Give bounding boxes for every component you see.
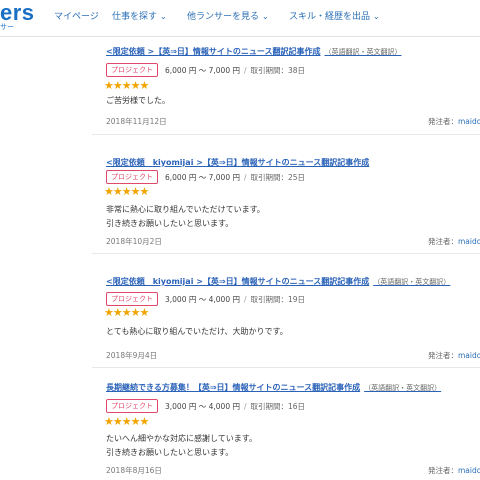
job-category: （英語翻訳・英文翻訳）: [373, 278, 451, 286]
divider: /: [243, 173, 247, 182]
job-title-text: 長期継続できる方募集！【英⇒日】情報サイトのニュース翻訳記事作成: [106, 383, 361, 392]
review-item: <限定依頼 >【英⇒日】情報サイトのニュース翻訳記事作成 （英語翻訳・英文翻訳） …: [92, 37, 480, 135]
job-title-link[interactable]: <限定依頼 kiyomijai >【英⇒日】情報サイトのニュース翻訳記事作成 （英…: [106, 276, 450, 287]
job-title-link[interactable]: 長期継続できる方募集！【英⇒日】情報サイトのニュース翻訳記事作成 （英語翻訳・英文…: [106, 382, 441, 393]
review-date: 2018年10月2日: [106, 237, 162, 246]
nav-mypage-label: マイページ: [54, 12, 99, 22]
job-title-text: <限定依頼 kiyomijai >【英⇒日】情報サイトのニュース翻訳記事作成: [106, 158, 370, 167]
price-duration: 3,000 円 〜 4,000 円 / 取引期間：19日: [165, 294, 305, 305]
nav-other-lancers-label: 他ランサーを見る: [187, 12, 260, 22]
orderer-label: 発注者：: [428, 117, 458, 126]
left-sidebar: [0, 37, 92, 480]
star-rating: ★★★★★: [104, 185, 149, 198]
star-rating: ★★★★★: [104, 306, 149, 319]
job-title-link[interactable]: <限定依頼 >【英⇒日】情報サイトのニュース翻訳記事作成 （英語翻訳・英文翻訳）: [106, 46, 402, 57]
job-title-text: <限定依頼 >【英⇒日】情報サイトのニュース翻訳記事作成: [106, 47, 321, 56]
job-title-text: <限定依頼 kiyomijai >【英⇒日】情報サイトのニュース翻訳記事作成: [106, 277, 370, 286]
nav-list-skills[interactable]: スキル・経歴を出品 ⌄: [289, 9, 380, 22]
project-badge: プロジェクト: [106, 292, 158, 306]
price-duration: 6,000 円 〜 7,000 円 / 取引期間：25日: [165, 172, 305, 183]
transaction-duration: 取引期間：25日: [250, 173, 306, 182]
star-rating: ★★★★★: [104, 415, 149, 428]
price-duration: 6,000 円 〜 7,000 円 / 取引期間：38日: [165, 65, 305, 76]
transaction-duration: 取引期間：19日: [250, 295, 306, 304]
orderer-label: 発注者：: [428, 466, 458, 475]
transaction-duration: 取引期間：38日: [250, 66, 306, 75]
orderer-info: 発注者：maido: [428, 465, 480, 476]
chevron-down-icon: ⌄: [262, 12, 269, 21]
job-category: （英語翻訳・英文翻訳）: [364, 384, 442, 392]
review-date: 2018年11月12日: [106, 117, 167, 126]
nav-find-work[interactable]: 仕事を探す ⌄: [112, 9, 167, 22]
job-category: （英語翻訳・英文翻訳）: [324, 48, 402, 56]
price-range: 3,000 円 〜 4,000 円: [165, 295, 240, 304]
project-badge: プロジェクト: [106, 63, 158, 77]
transaction-duration: 取引期間：16日: [250, 402, 306, 411]
chevron-down-icon: ⌄: [160, 12, 167, 21]
divider: /: [243, 402, 247, 411]
review-comment: ご苦労様でした。: [106, 96, 170, 105]
price-duration: 3,000 円 〜 4,000 円 / 取引期間：16日: [165, 401, 305, 412]
nav-find-work-label: 仕事を探す: [112, 12, 158, 22]
review-list: <限定依頼 >【英⇒日】情報サイトのニュース翻訳記事作成 （英語翻訳・英文翻訳） …: [92, 37, 480, 480]
nav-mypage[interactable]: マイページ: [54, 9, 99, 22]
review-item: <限定依頼 kiyomijai >【英⇒日】情報サイトのニュース翻訳記事作成 （英…: [92, 267, 480, 368]
review-comment: とても熱心に取り組んでいただけ、大助かりです。: [106, 327, 288, 336]
review-date: 2018年8月16日: [106, 466, 162, 475]
orderer-info: 発注者：maido: [428, 236, 480, 247]
review-date: 2018年9月4日: [106, 351, 158, 360]
nav-list-skills-label: スキル・経歴を出品: [289, 12, 371, 22]
nav-other-lancers[interactable]: 他ランサーを見る ⌄: [187, 9, 269, 22]
orderer-link[interactable]: maido: [458, 466, 480, 475]
review-comment: たいへん細やかな対応に感謝しています。 引き続きお願いしたいと思います。: [106, 434, 257, 457]
orderer-label: 発注者：: [428, 351, 458, 360]
orderer-link[interactable]: maido: [458, 351, 480, 360]
chevron-down-icon: ⌄: [373, 12, 380, 21]
orderer-label: 発注者：: [428, 237, 458, 246]
site-header: ers サー マイページ 仕事を探す ⌄ 他ランサーを見る ⌄ スキル・経歴を出品 ⌄: [0, 0, 480, 37]
project-badge: プロジェクト: [106, 170, 158, 184]
price-range: 6,000 円 〜 7,000 円: [165, 66, 240, 75]
price-range: 6,000 円 〜 7,000 円: [165, 173, 240, 182]
orderer-info: 発注者：maido: [428, 116, 480, 127]
project-badge: プロジェクト: [106, 399, 158, 413]
star-rating: ★★★★★: [104, 79, 149, 92]
review-comment: 非常に熱心に取り組んでいただけています。 引き続きお願いしたいと思います。: [106, 205, 265, 228]
review-item: <限定依頼 kiyomijai >【英⇒日】情報サイトのニュース翻訳記事作成 プ…: [92, 148, 480, 254]
orderer-link[interactable]: maido: [458, 237, 480, 246]
orderer-info: 発注者：maido: [428, 350, 480, 361]
orderer-link[interactable]: maido: [458, 117, 480, 126]
divider: /: [243, 295, 247, 304]
review-item: 長期継続できる方募集！【英⇒日】情報サイトのニュース翻訳記事作成 （英語翻訳・英文…: [92, 382, 480, 480]
divider: /: [243, 66, 247, 75]
job-title-link[interactable]: <限定依頼 kiyomijai >【英⇒日】情報サイトのニュース翻訳記事作成: [106, 157, 373, 168]
price-range: 3,000 円 〜 4,000 円: [165, 402, 240, 411]
logo-subtitle: サー: [0, 23, 14, 31]
